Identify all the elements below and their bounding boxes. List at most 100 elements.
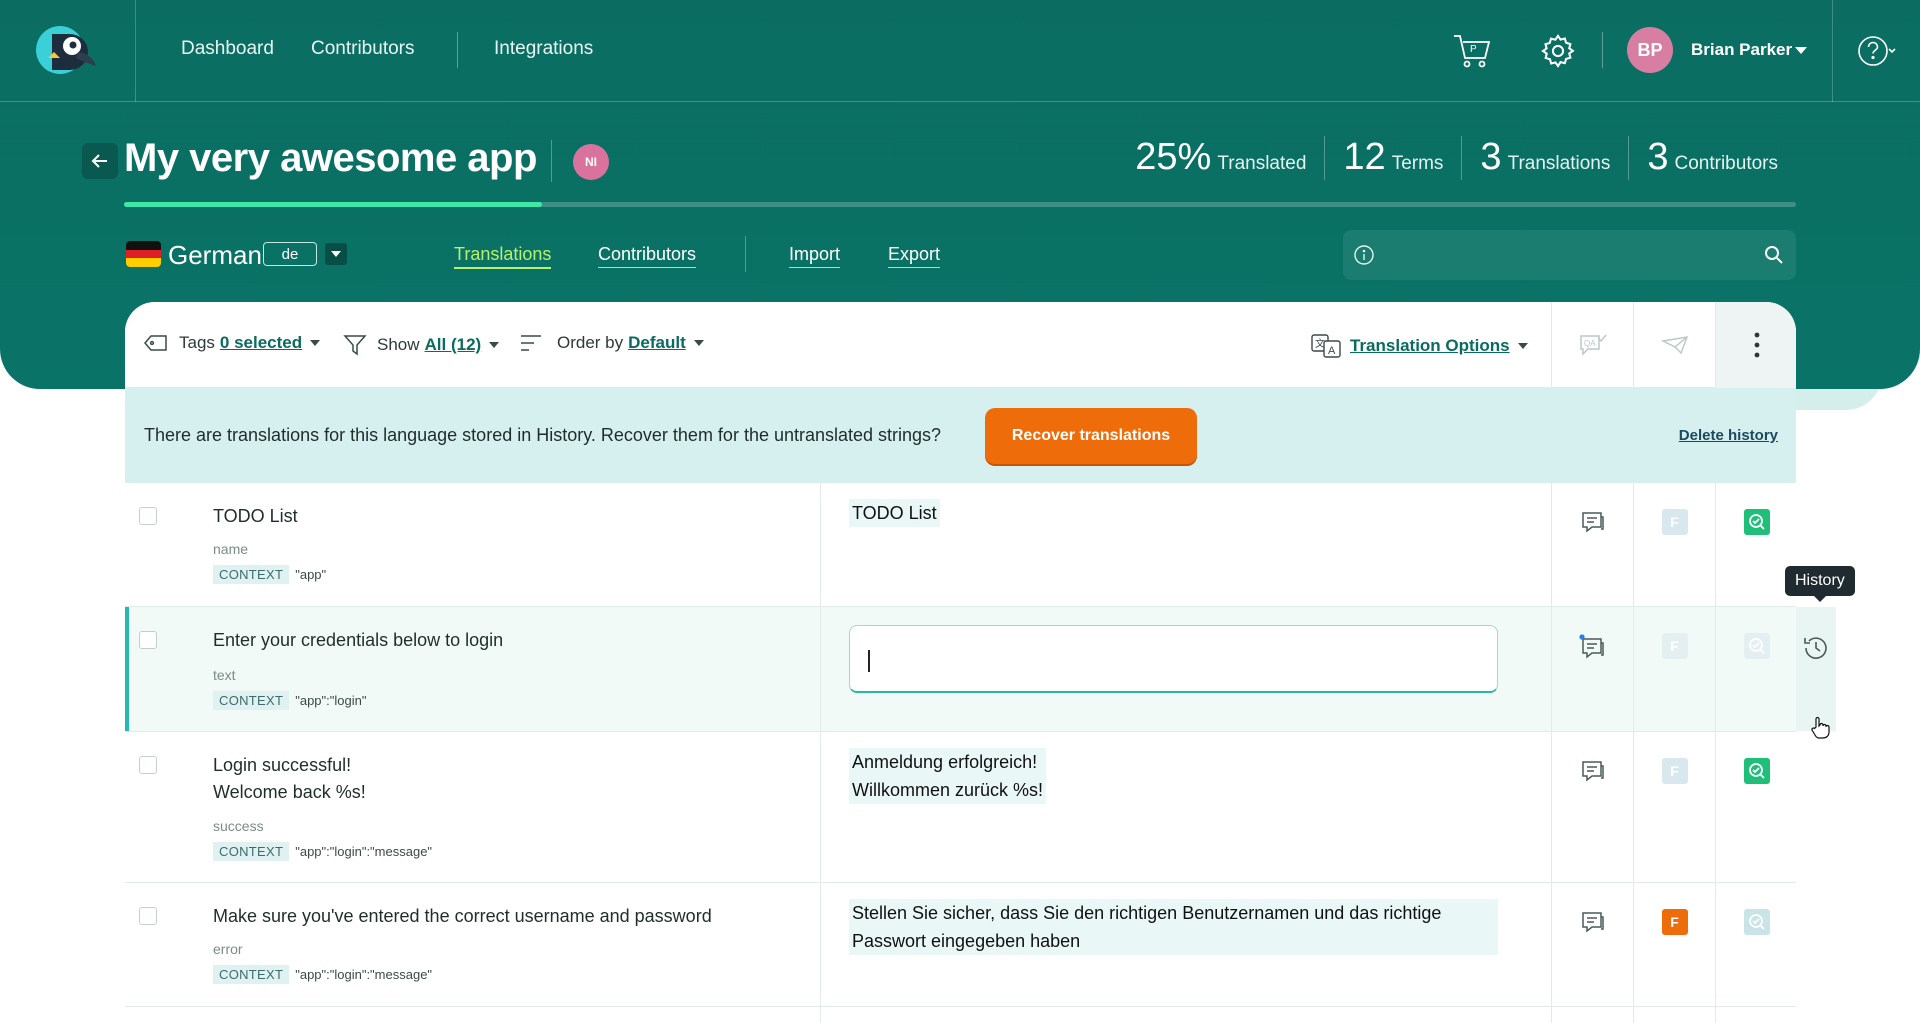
term-context: CONTEXT "app":"login" bbox=[213, 691, 366, 710]
tags-value[interactable]: 0 selected bbox=[220, 333, 302, 353]
proofread-check-icon[interactable] bbox=[1743, 758, 1770, 784]
more-options-button[interactable] bbox=[1715, 302, 1796, 388]
chevron-down-icon bbox=[310, 340, 321, 346]
svg-text:文: 文 bbox=[1315, 337, 1325, 350]
stat-value: 3 bbox=[1480, 136, 1502, 178]
nav-contributors[interactable]: Contributors bbox=[311, 38, 415, 60]
tags-label: Tags bbox=[179, 333, 215, 352]
source-text: Enter your credentials below to login bbox=[213, 630, 504, 650]
search-input[interactable] bbox=[1387, 239, 1747, 271]
table-row[interactable] bbox=[125, 1007, 1796, 1023]
proofread-check-icon[interactable] bbox=[1743, 909, 1770, 935]
proofread-check-icon[interactable] bbox=[1743, 633, 1770, 659]
logo-cell[interactable] bbox=[0, 0, 136, 102]
banner-text: There are translations for this language… bbox=[144, 425, 942, 445]
proofread-cell[interactable] bbox=[1715, 607, 1796, 731]
proofread-cell[interactable] bbox=[1715, 883, 1796, 1006]
stat-value: 3 bbox=[1647, 136, 1669, 178]
comment-icon[interactable] bbox=[1580, 758, 1606, 784]
comment-icon[interactable] bbox=[1578, 633, 1608, 661]
proofread-check-icon[interactable] bbox=[1743, 509, 1770, 535]
translation-options[interactable]: 文 A Translation Options bbox=[1310, 333, 1528, 359]
comments-cell[interactable] bbox=[1551, 607, 1633, 731]
term-context: CONTEXT "app":"login":"message" bbox=[213, 842, 432, 861]
fuzzy-flag-icon[interactable]: F bbox=[1661, 509, 1688, 535]
info-icon[interactable] bbox=[1353, 244, 1375, 266]
stat-translations: 3 Translations bbox=[1461, 136, 1628, 180]
tab-contributors[interactable]: Contributors bbox=[598, 244, 697, 268]
app-logo-icon[interactable] bbox=[34, 24, 100, 76]
row-checkbox[interactable] bbox=[139, 756, 157, 774]
comment-icon[interactable] bbox=[1580, 909, 1606, 935]
language-dropdown-button[interactable] bbox=[325, 243, 347, 265]
nav-integrations[interactable]: Integrations bbox=[494, 38, 593, 60]
translation-input[interactable] bbox=[849, 625, 1498, 693]
more-vertical-icon bbox=[1754, 332, 1759, 358]
help-icon[interactable] bbox=[1857, 33, 1897, 69]
tags-filter[interactable]: Tags 0 selected bbox=[143, 333, 321, 353]
column-divider bbox=[820, 607, 821, 731]
tab-import[interactable]: Import bbox=[789, 244, 841, 268]
row-checkbox[interactable] bbox=[139, 907, 157, 925]
caret-down-icon bbox=[331, 251, 341, 257]
nav-divider bbox=[457, 32, 458, 68]
german-flag-icon bbox=[126, 241, 161, 267]
translation-text[interactable]: TODO List bbox=[849, 499, 940, 527]
column-divider bbox=[820, 732, 821, 882]
fuzzy-cell[interactable]: F bbox=[1633, 607, 1715, 731]
translation-text[interactable]: Anmeldung erfolgreich! Willkommen zurück… bbox=[849, 748, 1047, 804]
fuzzy-cell[interactable]: F bbox=[1633, 483, 1715, 606]
user-avatar[interactable]: BP bbox=[1627, 27, 1673, 73]
table-row[interactable]: Login successful! Welcome back %s! succe… bbox=[125, 732, 1796, 883]
table-row[interactable]: Make sure you've entered the correct use… bbox=[125, 883, 1796, 1007]
fuzzy-flag-icon[interactable]: F bbox=[1661, 633, 1688, 659]
column-header-send[interactable] bbox=[1633, 302, 1715, 388]
translation-text[interactable]: Stellen Sie sicher, dass Sie den richtig… bbox=[849, 899, 1498, 955]
order-filter[interactable]: Order by Default bbox=[519, 333, 704, 353]
fuzzy-cell[interactable]: F bbox=[1633, 732, 1715, 882]
translation-options-label[interactable]: Translation Options bbox=[1350, 336, 1510, 356]
delete-history-link[interactable]: Delete history bbox=[1679, 427, 1778, 444]
nav-dashboard[interactable]: Dashboard bbox=[181, 38, 274, 60]
show-filter[interactable]: Show All (12) bbox=[343, 333, 500, 357]
fuzzy-cell[interactable]: F bbox=[1633, 883, 1715, 1006]
column-divider bbox=[820, 1007, 821, 1023]
project-owner-badge[interactable]: NI bbox=[573, 144, 609, 180]
column-header-comments[interactable]: QA bbox=[1551, 302, 1633, 388]
search-icon[interactable] bbox=[1764, 245, 1784, 265]
active-row-accent bbox=[125, 607, 129, 731]
gear-icon[interactable] bbox=[1538, 31, 1578, 71]
stat-label: Terms bbox=[1391, 153, 1444, 174]
proofread-cell[interactable] bbox=[1715, 483, 1796, 606]
tab-export[interactable]: Export bbox=[888, 244, 941, 268]
row-checkbox[interactable] bbox=[139, 507, 157, 525]
show-value[interactable]: All (12) bbox=[425, 335, 482, 355]
comment-icon[interactable] bbox=[1580, 509, 1606, 535]
chevron-down-icon[interactable] bbox=[1795, 47, 1807, 54]
order-value[interactable]: Default bbox=[628, 333, 686, 353]
row-checkbox[interactable] bbox=[139, 631, 157, 649]
comments-cell[interactable] bbox=[1551, 483, 1633, 606]
table-row[interactable]: TODO List name CONTEXT "app" TODO List F bbox=[125, 483, 1796, 607]
history-cell[interactable] bbox=[1796, 607, 1836, 731]
context-tag: CONTEXT bbox=[213, 842, 290, 861]
term-key: name bbox=[213, 541, 249, 557]
comments-cell[interactable] bbox=[1551, 883, 1633, 1006]
user-name[interactable]: Brian Parker bbox=[1691, 40, 1792, 60]
fuzzy-flag-icon[interactable]: F bbox=[1661, 909, 1688, 935]
cart-icon[interactable]: P bbox=[1452, 31, 1492, 71]
stat-label: Translated bbox=[1217, 153, 1307, 174]
chevron-down-icon bbox=[489, 342, 500, 348]
fuzzy-cell bbox=[1633, 1007, 1715, 1023]
back-button[interactable] bbox=[82, 143, 118, 179]
language-code-badge: de bbox=[263, 242, 317, 266]
recover-translations-button[interactable]: Recover translations bbox=[985, 408, 1197, 464]
proofread-cell[interactable] bbox=[1715, 732, 1796, 882]
history-tooltip: History bbox=[1785, 566, 1855, 596]
tab-translations[interactable]: Translations bbox=[454, 244, 552, 269]
comments-cell[interactable] bbox=[1551, 732, 1633, 882]
table-row-active[interactable]: Enter your credentials below to login te… bbox=[125, 607, 1796, 732]
history-icon[interactable] bbox=[1801, 633, 1831, 663]
stat-value: 12 bbox=[1343, 136, 1386, 178]
fuzzy-flag-icon[interactable]: F bbox=[1661, 758, 1688, 784]
